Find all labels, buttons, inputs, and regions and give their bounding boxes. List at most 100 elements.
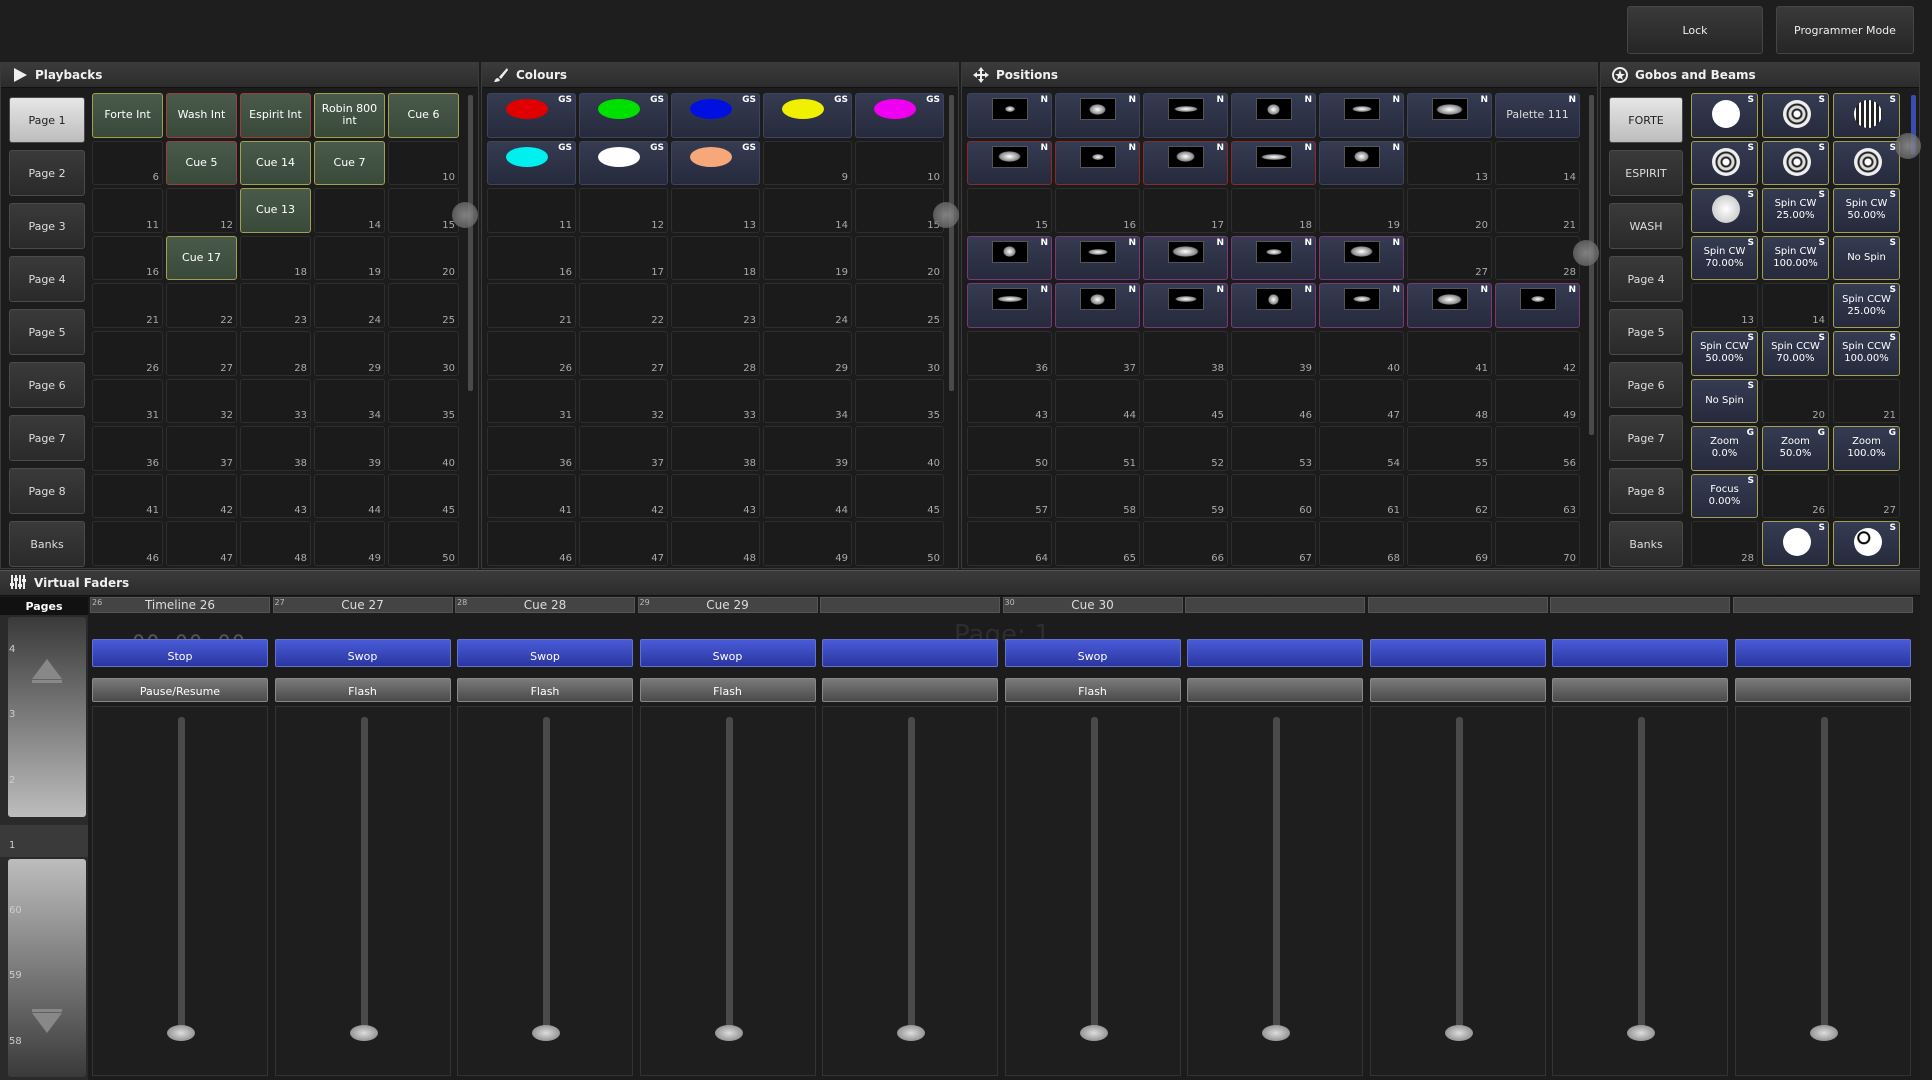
colour-palette-button[interactable]: GS [671, 140, 760, 186]
colour-palette-button[interactable]: GS [487, 93, 576, 138]
position-palette-button[interactable]: N [1231, 235, 1316, 281]
gobo-beam-button[interactable]: Zoom 100.0% G [1833, 426, 1900, 471]
empty-position-slot[interactable]: 56 [1495, 426, 1580, 471]
empty-position-slot[interactable]: 52 [1143, 426, 1228, 471]
fader-track[interactable] [92, 706, 268, 1076]
colour-palette-button[interactable]: GS [487, 140, 576, 186]
empty-colour-slot[interactable]: 36 [487, 426, 576, 471]
empty-playback-slot[interactable]: 21 [92, 283, 163, 328]
empty-colour-slot[interactable]: 11 [487, 188, 576, 233]
empty-colour-slot[interactable]: 24 [763, 283, 852, 328]
empty-position-slot[interactable]: 13 [1407, 140, 1492, 186]
fader-track[interactable] [1004, 706, 1181, 1076]
empty-colour-slot[interactable]: 37 [579, 426, 668, 471]
empty-playback-slot[interactable]: 46 [92, 521, 163, 566]
empty-colour-slot[interactable]: 50 [855, 521, 944, 566]
empty-position-slot[interactable]: 28 [1495, 235, 1580, 281]
empty-position-slot[interactable]: 18 [1231, 188, 1316, 233]
empty-position-slot[interactable]: 48 [1407, 378, 1492, 424]
empty-position-slot[interactable]: 62 [1407, 473, 1492, 519]
empty-position-slot[interactable]: 27 [1407, 235, 1492, 281]
position-palette-button[interactable]: N [1407, 93, 1492, 138]
empty-playback-slot[interactable]: 44 [314, 473, 385, 519]
gobos-page-button[interactable]: Page 7 [1609, 415, 1683, 461]
empty-colour-slot[interactable]: 20 [855, 235, 944, 281]
empty-playback-slot[interactable]: 18 [240, 235, 311, 281]
empty-colour-slot[interactable]: 13 [671, 188, 760, 233]
page-up-arrow-icon[interactable] [32, 659, 62, 687]
empty-colour-slot[interactable]: 23 [671, 283, 760, 328]
fader-top-button[interactable]: Swop [1004, 639, 1181, 667]
position-palette-button[interactable]: N [1407, 283, 1492, 328]
empty-position-slot[interactable]: 41 [1407, 330, 1492, 376]
cue-button[interactable]: Cue 5 [166, 140, 237, 186]
position-palette-button[interactable]: N [1231, 93, 1316, 138]
empty-position-slot[interactable]: 70 [1495, 521, 1580, 566]
fader-handle[interactable] [1262, 1025, 1290, 1041]
page-number[interactable]: 1 [9, 840, 15, 851]
empty-colour-slot[interactable]: 14 [763, 188, 852, 233]
empty-playback-slot[interactable]: 45 [388, 473, 459, 519]
colour-palette-button[interactable]: GS [579, 93, 668, 138]
fader-top-button[interactable]: Swop [274, 639, 451, 667]
empty-position-slot[interactable]: 37 [1055, 330, 1140, 376]
fader-bottom-button[interactable]: Pause/Resume [92, 678, 268, 702]
gobo-beam-button[interactable]: S [1762, 93, 1829, 138]
gobo-beam-button[interactable]: S [1762, 521, 1829, 566]
empty-colour-slot[interactable]: 40 [855, 426, 944, 471]
empty-colour-slot[interactable]: 16 [487, 235, 576, 281]
empty-position-slot[interactable]: 36 [967, 330, 1052, 376]
position-palette-button[interactable]: N [1055, 93, 1140, 138]
empty-position-slot[interactable]: 17 [1143, 188, 1228, 233]
empty-position-slot[interactable]: 69 [1407, 521, 1492, 566]
cue-button[interactable]: Cue 7 [314, 140, 385, 186]
position-palette-button[interactable]: N [1319, 140, 1404, 186]
position-palette-button[interactable]: N [1143, 93, 1228, 138]
empty-playback-slot[interactable]: 41 [92, 473, 163, 519]
position-palette-button[interactable]: N [1319, 93, 1404, 138]
empty-playback-slot[interactable]: 36 [92, 426, 163, 471]
gobo-beam-button[interactable]: Spin CW 50.00% S [1833, 188, 1900, 233]
gobo-beam-button[interactable]: Spin CW 25.00% S [1762, 188, 1829, 233]
playbacks-page-button[interactable]: Page 2 [9, 150, 85, 196]
position-palette-button[interactable]: N [1319, 235, 1404, 281]
gobo-beam-button[interactable]: S [1833, 140, 1900, 186]
empty-position-slot[interactable]: 50 [967, 426, 1052, 471]
cue-button[interactable]: Cue 6 [388, 93, 459, 138]
fader-top-button[interactable] [1369, 639, 1546, 667]
empty-playback-slot[interactable]: 47 [166, 521, 237, 566]
position-palette-button[interactable]: N [1143, 235, 1228, 281]
fader-bottom-button[interactable]: Flash [639, 678, 816, 702]
fader-bottom-button[interactable]: Flash [274, 678, 451, 702]
programmer-mode-button[interactable]: Programmer Mode [1776, 6, 1914, 54]
empty-position-slot[interactable]: 53 [1231, 426, 1316, 471]
gobo-beam-button[interactable]: Zoom 0.0% G [1691, 426, 1758, 471]
fader-bottom-button[interactable] [1552, 678, 1728, 702]
empty-position-slot[interactable]: 42 [1495, 330, 1580, 376]
empty-colour-slot[interactable]: 15 [855, 188, 944, 233]
fader-handle[interactable] [714, 1025, 743, 1041]
empty-colour-slot[interactable]: 48 [671, 521, 760, 566]
gobo-beam-button[interactable]: Spin CCW 70.00% S [1762, 330, 1829, 376]
empty-colour-slot[interactable]: 46 [487, 521, 576, 566]
position-palette-button[interactable]: N [1495, 283, 1580, 328]
page-number[interactable]: 3 [9, 709, 15, 720]
empty-colour-slot[interactable]: 21 [487, 283, 576, 328]
gobo-beam-button[interactable]: Spin CCW 50.00% S [1691, 330, 1758, 376]
gobo-beam-button[interactable]: S [1833, 93, 1900, 138]
gobos-resize-handle[interactable] [1895, 133, 1921, 159]
gobos-page-button[interactable]: FORTE [1609, 97, 1683, 143]
empty-colour-slot[interactable]: 22 [579, 283, 668, 328]
empty-position-slot[interactable]: 67 [1231, 521, 1316, 566]
lock-button[interactable]: Lock [1627, 6, 1763, 54]
fader-top-button[interactable]: Swop [457, 639, 633, 667]
empty-position-slot[interactable]: 63 [1495, 473, 1580, 519]
empty-position-slot[interactable]: 47 [1319, 378, 1404, 424]
empty-gobo-slot[interactable]: 27 [1833, 473, 1900, 519]
empty-colour-slot[interactable]: 47 [579, 521, 668, 566]
fader-top-button[interactable] [1187, 639, 1363, 667]
empty-playback-slot[interactable]: 30 [388, 330, 459, 376]
fader-top-button[interactable]: Stop [92, 639, 268, 667]
empty-position-slot[interactable]: 39 [1231, 330, 1316, 376]
gobo-beam-button[interactable]: Spin CCW 100.00% S [1833, 330, 1900, 376]
